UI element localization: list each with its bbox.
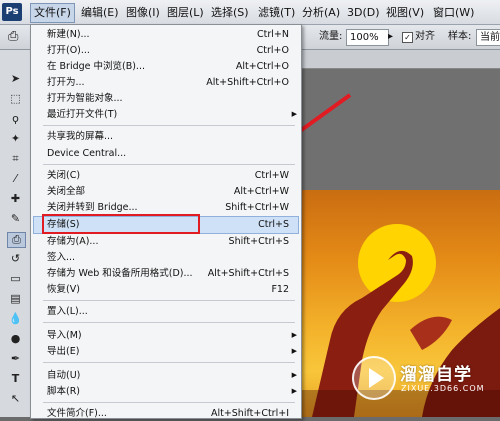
menu-close-go-bridge[interactable]: 关闭并转到 Bridge... — [47, 200, 138, 215]
shortcut-save: Ctrl+S — [258, 219, 289, 230]
menu-layer[interactable]: 图层(L) — [167, 5, 204, 20]
menu-scripts[interactable]: 脚本(R) — [47, 384, 80, 399]
menu-check-in[interactable]: 签入... — [47, 250, 75, 265]
flow-label: 流量: — [319, 31, 343, 42]
align-checkbox[interactable]: ✓ — [402, 32, 413, 43]
shortcut-save-as: Shift+Ctrl+S — [228, 236, 289, 247]
eyedropper-icon[interactable]: ⁄ — [7, 172, 24, 186]
menu-browse-bridge[interactable]: 在 Bridge 中浏览(B)... — [47, 59, 145, 74]
path-selection-icon[interactable]: ↖ — [7, 392, 24, 406]
menu-save-as[interactable]: 存储为(A)... — [47, 234, 98, 249]
shortcut-browse-bridge: Alt+Ctrl+O — [235, 61, 289, 72]
watermark: 溜溜自学 ZIXUE.3D66.COM — [352, 354, 500, 404]
menu-edit[interactable]: 编辑(E) — [81, 5, 119, 20]
menu-view[interactable]: 视图(V) — [386, 5, 424, 20]
shortcut-file-info: Alt+Shift+Ctrl+I — [210, 408, 289, 419]
menu-automate[interactable]: 自动(U) — [47, 368, 80, 383]
magic-wand-icon[interactable]: ✦ — [7, 132, 24, 146]
pen-tool-icon[interactable]: ✒ — [7, 352, 24, 366]
menu-image[interactable]: 图像(I) — [126, 5, 160, 20]
tools-panel: ➤ ⬚ ϙ ✦ ⌗ ⁄ ✚ ✎ ⎙ ↺ ▭ ▤ 💧 ● ✒ T ↖ — [0, 50, 31, 417]
lasso-tool-icon[interactable]: ϙ — [7, 112, 24, 126]
menu-file-info[interactable]: 文件简介(F)... — [47, 406, 107, 421]
brush-tool-icon[interactable]: ✎ — [7, 212, 24, 226]
menu-bar: Ps 文件(F) 编辑(E) 图像(I) 图层(L) 选择(S) 滤镜(T) 分… — [0, 0, 500, 25]
menu-close[interactable]: 关闭(C) — [47, 168, 80, 183]
clone-stamp-icon[interactable]: ⎙ — [8, 29, 24, 45]
menu-save-for-web[interactable]: 存储为 Web 和设备所用格式(D)... — [47, 266, 193, 281]
menu-recent-files[interactable]: 最近打开文件(T) — [47, 107, 117, 122]
menu-analysis[interactable]: 分析(A) — [302, 5, 340, 20]
align-label: 对齐 — [415, 31, 435, 42]
flow-input[interactable]: 100% — [346, 29, 389, 46]
shortcut-close: Ctrl+W — [254, 170, 289, 181]
photoshop-logo[interactable]: Ps — [2, 3, 22, 21]
submenu-arrow-icon: ▶ — [291, 331, 297, 339]
menu-open-as[interactable]: 打开为... — [47, 75, 85, 90]
type-tool-icon[interactable]: T — [7, 372, 24, 386]
shortcut-revert: F12 — [271, 284, 289, 295]
menu-new[interactable]: 新建(N)... — [47, 27, 90, 42]
healing-brush-icon[interactable]: ✚ — [7, 192, 24, 206]
menu-separator — [43, 164, 295, 165]
crop-tool-icon[interactable]: ⌗ — [7, 152, 24, 166]
menu-separator — [43, 300, 295, 301]
menu-filter[interactable]: 滤镜(T) — [258, 5, 295, 20]
clone-stamp-tool-icon[interactable]: ⎙ — [7, 232, 26, 248]
sample-label: 样本: — [448, 31, 472, 42]
shortcut-close-go-bridge: Shift+Ctrl+W — [225, 202, 289, 213]
watermark-subtitle: ZIXUE.3D66.COM — [401, 384, 485, 393]
gradient-tool-icon[interactable]: ▤ — [7, 292, 24, 306]
watermark-title: 溜溜自学 — [400, 365, 472, 385]
airbrush-icon[interactable]: ▸ — [388, 31, 393, 43]
submenu-arrow-icon: ▶ — [291, 110, 297, 118]
dodge-tool-icon[interactable]: ● — [7, 332, 24, 346]
submenu-arrow-icon: ▶ — [291, 347, 297, 355]
menu-open[interactable]: 打开(O)... — [47, 43, 90, 58]
shortcut-open-as: Alt+Shift+Ctrl+O — [206, 77, 289, 88]
menu-separator — [43, 402, 295, 403]
menu-3d[interactable]: 3D(D) — [347, 5, 380, 20]
eraser-tool-icon[interactable]: ▭ — [7, 272, 24, 286]
sample-select[interactable]: 当前图 — [476, 29, 500, 46]
marquee-tool-icon[interactable]: ⬚ — [7, 92, 24, 106]
shortcut-new: Ctrl+N — [257, 29, 289, 40]
shortcut-close-all: Alt+Ctrl+W — [233, 186, 289, 197]
menu-select[interactable]: 选择(S) — [211, 5, 249, 20]
play-logo-icon — [352, 356, 396, 400]
document-tab[interactable] — [300, 50, 500, 69]
menu-revert[interactable]: 恢复(V) — [47, 282, 80, 297]
submenu-arrow-icon: ▶ — [291, 371, 297, 379]
menu-close-all[interactable]: 关闭全部 — [47, 184, 85, 199]
menu-import[interactable]: 导入(M) — [47, 328, 82, 343]
menu-export[interactable]: 导出(E) — [47, 344, 79, 359]
shortcut-save-for-web: Alt+Shift+Ctrl+S — [207, 268, 289, 279]
submenu-arrow-icon: ▶ — [291, 387, 297, 395]
menu-device-central[interactable]: Device Central... — [47, 146, 126, 161]
move-tool-icon[interactable]: ➤ — [7, 72, 24, 86]
menu-separator — [43, 322, 295, 323]
menu-file[interactable]: 文件(F) — [30, 3, 75, 23]
menu-window[interactable]: 窗口(W) — [433, 5, 474, 20]
menu-share-screen[interactable]: 共享我的屏幕... — [47, 129, 113, 144]
blur-tool-icon[interactable]: 💧 — [7, 312, 24, 326]
menu-open-smart-object[interactable]: 打开为智能对象... — [47, 91, 123, 106]
shortcut-open: Ctrl+O — [256, 45, 289, 56]
menu-separator — [43, 362, 295, 363]
menu-place[interactable]: 置入(L)... — [47, 304, 88, 319]
menu-separator — [43, 125, 295, 126]
history-brush-icon[interactable]: ↺ — [7, 252, 24, 266]
save-highlight-box — [42, 214, 200, 234]
